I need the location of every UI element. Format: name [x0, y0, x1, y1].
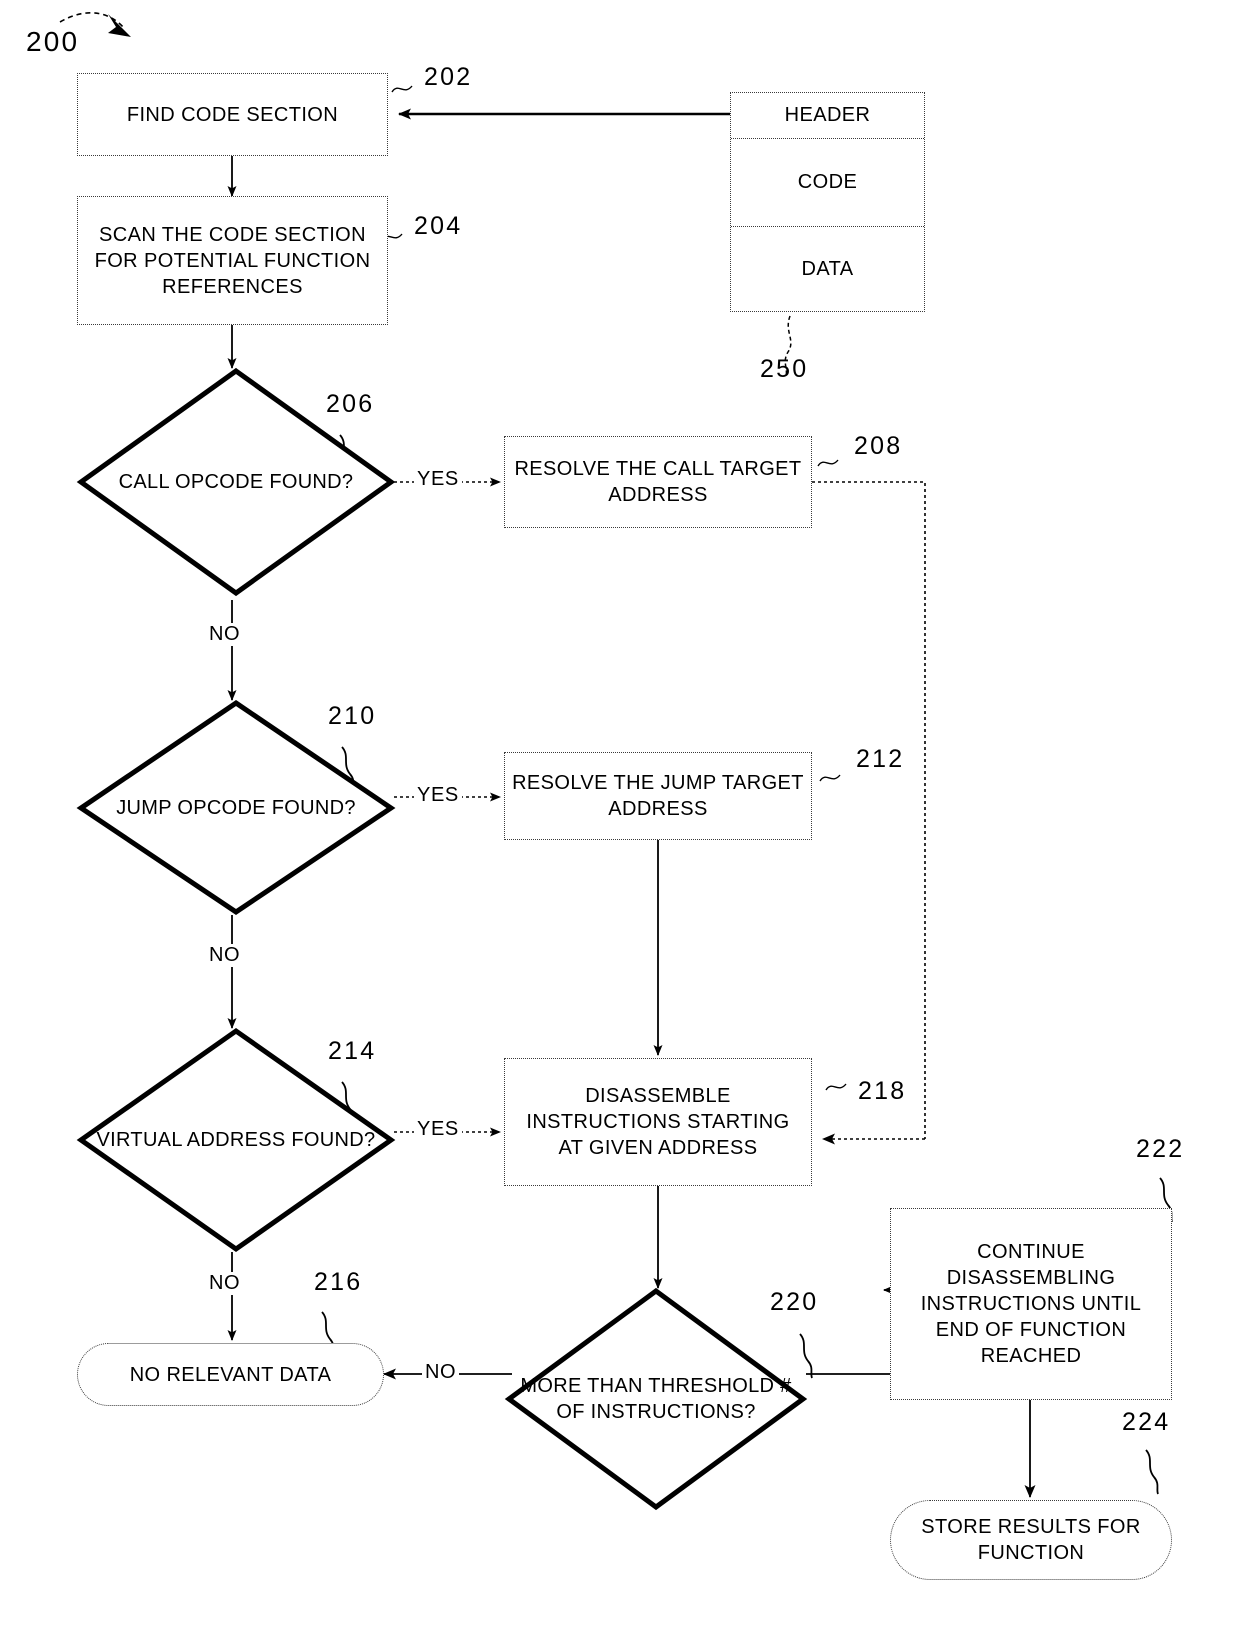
file-layout-stack: HEADER CODE DATA	[730, 92, 925, 312]
edge-label-virtual-yes: YES	[414, 1118, 462, 1141]
node-jump-opcode-found-label: JUMP OPCODE FOUND?	[116, 796, 356, 819]
file-section-data-label: DATA	[801, 257, 854, 280]
ref-208: 208	[854, 432, 903, 460]
node-find-code-section-label: FIND CODE SECTION	[126, 103, 339, 126]
node-resolve-call-target[interactable]: RESOLVE THE CALL TARGET ADDRESS	[504, 436, 812, 528]
ref-216: 216	[314, 1268, 363, 1296]
ref-224: 224	[1122, 1408, 1171, 1436]
node-threshold-check-label: MORE THAN THRESHOLD # OF INSTRUCTIONS?	[520, 1375, 792, 1423]
file-section-data[interactable]: DATA	[731, 226, 924, 311]
edge-label-call-yes: YES	[414, 468, 462, 491]
node-no-relevant-data-label: NO RELEVANT DATA	[129, 1363, 332, 1386]
figure-id-arrowhead	[108, 14, 131, 37]
ref-210: 210	[328, 702, 377, 730]
ref-204: 204	[414, 212, 463, 240]
leader-212	[819, 774, 841, 782]
edge-208-to-218-vertical	[812, 481, 926, 1139]
node-continue-disassembling-label: CONTINUE DISASSEMBLING INSTRUCTIONS UNTI…	[920, 1241, 1142, 1367]
edge-label-jump-no: NO	[206, 944, 244, 967]
node-resolve-jump-target[interactable]: RESOLVE THE JUMP TARGET ADDRESS	[504, 752, 812, 840]
node-scan-code-section-label: SCAN THE CODE SECTION FOR POTENTIAL FUNC…	[94, 223, 371, 298]
file-section-header[interactable]: HEADER	[731, 93, 924, 138]
node-scan-code-section[interactable]: SCAN THE CODE SECTION FOR POTENTIAL FUNC…	[77, 196, 388, 325]
node-threshold-check[interactable]: MORE THAN THRESHOLD # OF INSTRUCTIONS?	[504, 1287, 808, 1511]
leader-218	[825, 1083, 847, 1091]
figure-canvas: 200 FIND CODE SECTION 202 SCAN THE CODE …	[0, 0, 1240, 1632]
ref-206: 206	[326, 390, 375, 418]
ref-222: 222	[1136, 1135, 1185, 1163]
ref-212: 212	[856, 745, 905, 773]
node-jump-opcode-found[interactable]: JUMP OPCODE FOUND?	[76, 699, 396, 916]
ref-214: 214	[328, 1037, 377, 1065]
edge-label-jump-yes: YES	[414, 784, 462, 807]
leader-202	[391, 85, 413, 93]
ref-220: 220	[770, 1288, 819, 1316]
file-section-code-label: CODE	[797, 171, 858, 193]
leader-208	[817, 459, 839, 467]
node-resolve-call-target-label: RESOLVE THE CALL TARGET ADDRESS	[514, 458, 802, 506]
leader-224	[1145, 1449, 1159, 1495]
edge-label-threshold-no: NO	[422, 1361, 460, 1384]
figure-id-label: 200	[26, 26, 80, 57]
edge-label-virtual-no: NO	[206, 1272, 244, 1295]
ref-202: 202	[424, 63, 473, 91]
node-disassemble-instructions-label: DISASSEMBLE INSTRUCTIONS STARTING AT GIV…	[526, 1085, 790, 1159]
file-section-code[interactable]: CODE	[731, 138, 924, 226]
ref-250: 250	[760, 355, 809, 383]
node-store-results[interactable]: STORE RESULTS FOR FUNCTION	[890, 1500, 1172, 1580]
node-no-relevant-data[interactable]: NO RELEVANT DATA	[77, 1343, 384, 1406]
node-find-code-section[interactable]: FIND CODE SECTION	[77, 73, 388, 156]
node-store-results-label: STORE RESULTS FOR FUNCTION	[921, 1516, 1141, 1564]
node-disassemble-instructions[interactable]: DISASSEMBLE INSTRUCTIONS STARTING AT GIV…	[504, 1058, 812, 1186]
node-resolve-jump-target-label: RESOLVE THE JUMP TARGET ADDRESS	[512, 772, 804, 820]
file-section-header-label: HEADER	[784, 104, 871, 126]
node-continue-disassembling[interactable]: CONTINUE DISASSEMBLING INSTRUCTIONS UNTI…	[890, 1208, 1172, 1400]
edge-label-call-no: NO	[206, 623, 244, 646]
ref-218: 218	[858, 1077, 907, 1105]
